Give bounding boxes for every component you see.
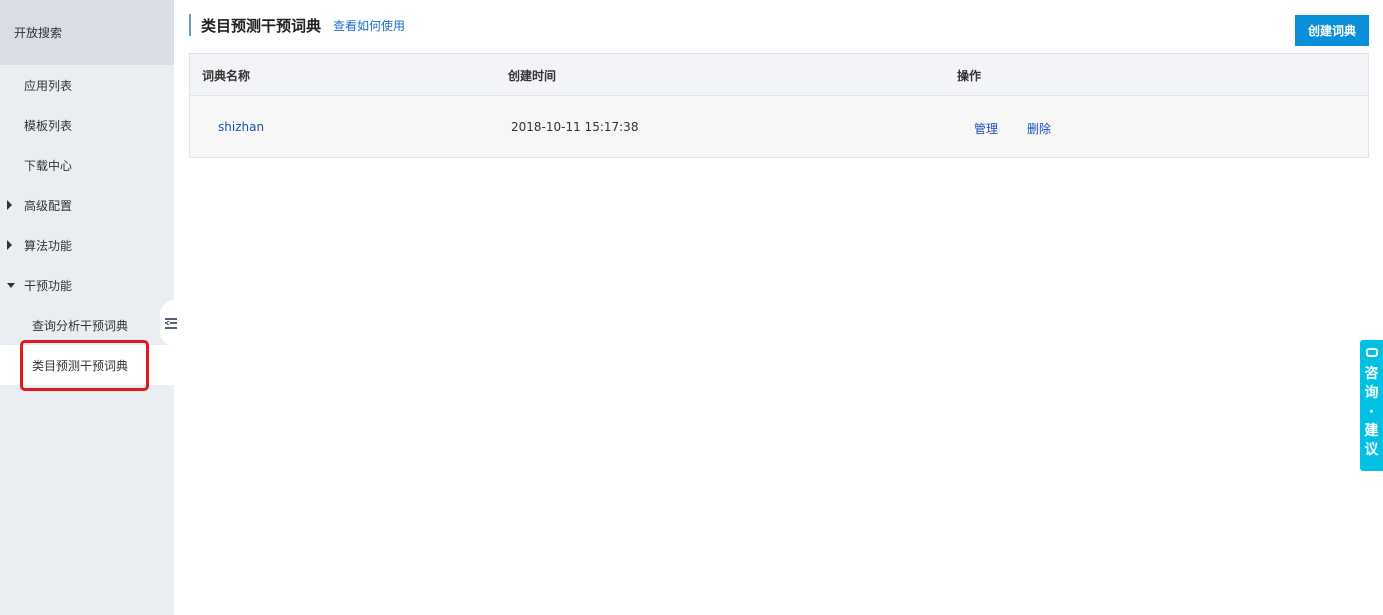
sidebar-item-category-prediction-dict[interactable]: 类目预测干预词典 xyxy=(0,345,174,385)
sidebar-item-advanced-config[interactable]: 高级配置 xyxy=(0,185,174,225)
sidebar-item-algorithm[interactable]: 算法功能 xyxy=(0,225,174,265)
created-time: 2018-10-11 15:17:38 xyxy=(511,120,639,134)
sidebar-item-label: 应用列表 xyxy=(24,78,73,93)
caret-right-icon xyxy=(7,200,12,210)
sidebar-item-label: 算法功能 xyxy=(24,238,73,253)
column-header-name: 词典名称 xyxy=(202,69,251,83)
sidebar-item-intervention[interactable]: 干预功能 xyxy=(0,265,174,305)
chat-icon xyxy=(1365,348,1378,357)
sidebar-collapse-toggle[interactable] xyxy=(160,300,177,346)
app-root: 开放搜索 应用列表 模板列表 下载中心 高级配置 算法功能 干预功能 查询分析干… xyxy=(0,0,1383,615)
help-link[interactable]: 查看如何使用 xyxy=(333,17,405,34)
manage-link[interactable]: 管理 xyxy=(974,120,998,137)
create-dictionary-button[interactable]: 创建词典 xyxy=(1295,15,1369,46)
caret-down-icon xyxy=(7,283,15,288)
table-header: 词典名称 创建时间 操作 xyxy=(190,54,1368,96)
main-content: 类目预测干预词典 查看如何使用 创建词典 词典名称 创建时间 操作 shizha… xyxy=(174,0,1383,615)
consult-label: 咨询·建议 xyxy=(1364,366,1379,458)
delete-link[interactable]: 删除 xyxy=(1027,120,1051,137)
sidebar-title: 开放搜索 xyxy=(0,0,174,65)
sidebar: 开放搜索 应用列表 模板列表 下载中心 高级配置 算法功能 干预功能 查询分析干… xyxy=(0,0,174,615)
column-header-actions: 操作 xyxy=(957,69,982,83)
page-header: 类目预测干预词典 查看如何使用 xyxy=(189,14,405,36)
sidebar-item-label: 类目预测干预词典 xyxy=(32,358,129,373)
consult-suggest-button[interactable]: 咨询·建议 xyxy=(1360,340,1383,471)
sidebar-item-template-list[interactable]: 模板列表 xyxy=(0,105,174,145)
sidebar-item-label: 查询分析干预词典 xyxy=(32,318,129,333)
sidebar-item-download-center[interactable]: 下载中心 xyxy=(0,145,174,185)
table-row: shizhan 2018-10-11 15:17:38 管理 删除 xyxy=(190,96,1368,158)
page-title: 类目预测干预词典 xyxy=(201,16,322,35)
dictionary-table: 词典名称 创建时间 操作 shizhan 2018-10-11 15:17:38… xyxy=(189,53,1369,158)
sidebar-item-query-analysis-dict[interactable]: 查询分析干预词典 xyxy=(0,305,174,345)
column-header-created: 创建时间 xyxy=(508,69,557,83)
sidebar-item-label: 高级配置 xyxy=(24,198,73,213)
sidebar-item-label: 下载中心 xyxy=(24,158,73,173)
sidebar-item-label: 干预功能 xyxy=(24,278,73,293)
dictionary-name-link[interactable]: shizhan xyxy=(218,120,264,134)
caret-right-icon xyxy=(7,240,12,250)
sidebar-item-label: 模板列表 xyxy=(24,118,73,133)
collapse-menu-icon xyxy=(165,317,177,329)
sidebar-menu: 应用列表 模板列表 下载中心 高级配置 算法功能 干预功能 查询分析干预词典 类… xyxy=(0,65,174,385)
sidebar-item-app-list[interactable]: 应用列表 xyxy=(0,65,174,105)
